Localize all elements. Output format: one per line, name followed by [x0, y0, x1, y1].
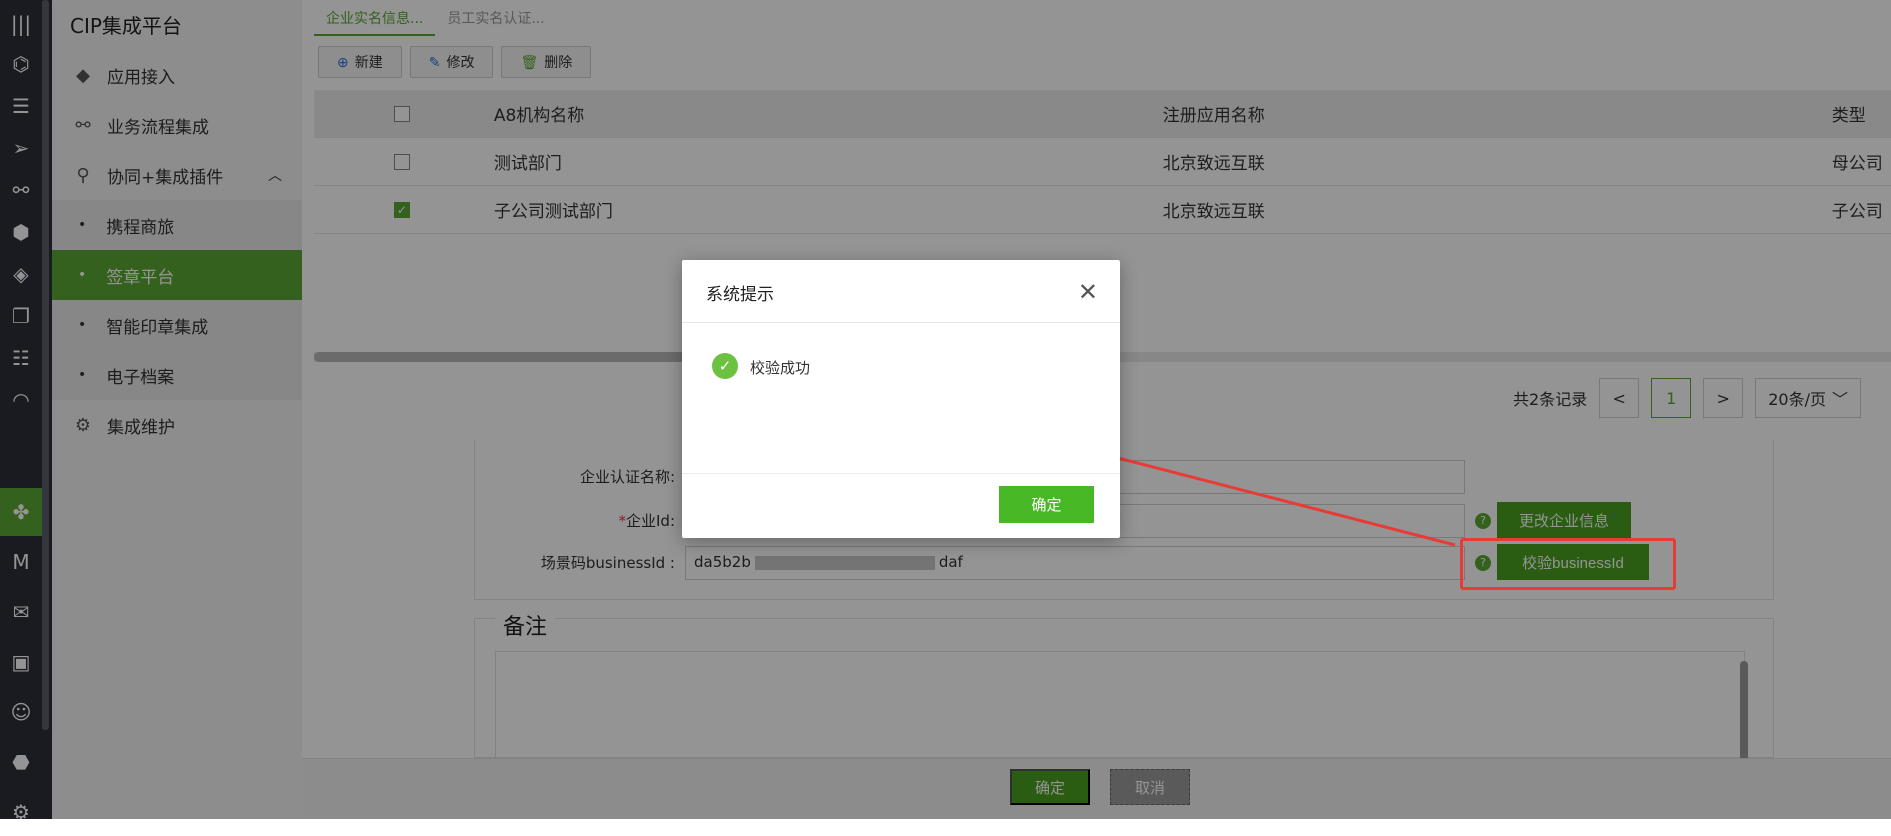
system-dialog: 系统提示 ✕ ✓ 校验成功 确定 [682, 260, 1120, 538]
dialog-message: 校验成功 [750, 359, 811, 377]
dialog-ok-button[interactable]: 确定 [999, 486, 1094, 523]
close-icon[interactable]: ✕ [1078, 280, 1098, 304]
success-check-icon: ✓ [712, 353, 738, 379]
dialog-title: 系统提示 [682, 260, 1120, 323]
dialog-footer: 确定 [682, 473, 1120, 538]
dialog-body: ✓ 校验成功 [682, 323, 1120, 473]
